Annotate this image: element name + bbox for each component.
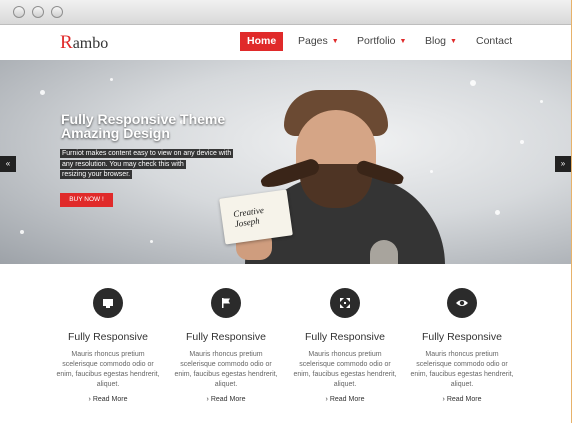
expand-icon bbox=[330, 288, 360, 318]
close-window-button[interactable] bbox=[13, 6, 25, 18]
read-more-link[interactable]: › Read More bbox=[290, 396, 400, 403]
slider-next-button[interactable]: » bbox=[555, 156, 571, 172]
nav-contact[interactable]: Contact bbox=[476, 32, 512, 51]
feature-card: Fully Responsive Mauris rhoncus pretium … bbox=[407, 288, 517, 403]
flag-icon bbox=[211, 288, 241, 318]
hero-title-line-1: Fully Responsive Theme bbox=[61, 111, 226, 127]
caret-down-icon: ▼ bbox=[450, 38, 457, 45]
hero-business-card: Creative Joseph bbox=[219, 189, 293, 245]
main-nav: Home Pages ▼ Portfolio ▼ Blog ▼ Contact bbox=[0, 32, 571, 52]
nav-blog-label: Blog bbox=[425, 35, 447, 47]
zoom-window-button[interactable] bbox=[51, 6, 63, 18]
chevron-right-icon: › bbox=[442, 396, 445, 403]
nav-portfolio-label: Portfolio bbox=[357, 35, 396, 47]
slider-prev-button[interactable]: « bbox=[0, 156, 16, 172]
read-more-label: Read More bbox=[446, 396, 482, 403]
nav-home[interactable]: Home bbox=[240, 32, 284, 51]
nav-pages[interactable]: Pages ▼ bbox=[298, 32, 339, 51]
chevron-right-icon: › bbox=[88, 396, 91, 403]
chevron-right-icon: » bbox=[560, 159, 566, 168]
chevron-left-icon: « bbox=[5, 159, 11, 168]
hero-slider: Creative Joseph Fully Responsive Theme Am… bbox=[0, 60, 571, 264]
feature-text: Mauris rhoncus pretium scelerisque commo… bbox=[410, 351, 514, 388]
minimize-window-button[interactable] bbox=[32, 6, 44, 18]
read-more-link[interactable]: › Read More bbox=[171, 396, 281, 403]
feature-text: Mauris rhoncus pretium scelerisque commo… bbox=[293, 351, 397, 388]
feature-title: Fully Responsive bbox=[305, 331, 385, 343]
features-section: Fully Responsive Mauris rhoncus pretium … bbox=[0, 264, 571, 423]
chevron-right-icon: › bbox=[206, 396, 209, 403]
read-more-label: Read More bbox=[329, 396, 365, 403]
card-line-2: Joseph bbox=[234, 215, 261, 229]
feature-text: Mauris rhoncus pretium scelerisque commo… bbox=[174, 351, 278, 388]
read-more-label: Read More bbox=[210, 396, 246, 403]
eye-icon bbox=[447, 288, 477, 318]
caret-down-icon: ▼ bbox=[399, 38, 407, 45]
nav-blog[interactable]: Blog ▼ bbox=[425, 32, 457, 51]
chevron-right-icon: › bbox=[325, 396, 328, 403]
feature-title: Fully Responsive bbox=[422, 331, 502, 343]
browser-window: Rambo Home Pages ▼ Portfolio ▼ Blog ▼ Conta… bbox=[0, 0, 572, 423]
buy-now-button[interactable]: BUY NOW ! bbox=[60, 193, 113, 207]
read-more-link[interactable]: › Read More bbox=[407, 396, 517, 403]
hero-description: Furniot makes content easy to view on an… bbox=[60, 149, 256, 181]
feature-text: Mauris rhoncus pretium scelerisque commo… bbox=[56, 351, 160, 388]
hero-squirrel bbox=[370, 240, 398, 264]
caret-down-icon: ▼ bbox=[331, 38, 339, 45]
hero-desc-line-1: Furniot makes content easy to view on an… bbox=[60, 149, 234, 158]
read-more-link[interactable]: › Read More bbox=[53, 396, 163, 403]
hero-desc-line-2: any resolution. You may check this with bbox=[60, 159, 186, 169]
read-more-label: Read More bbox=[92, 396, 128, 403]
hero-title-line-2: Amazing Design bbox=[61, 125, 170, 141]
feature-card: Fully Responsive Mauris rhoncus pretium … bbox=[53, 288, 163, 403]
nav-portfolio[interactable]: Portfolio ▼ bbox=[357, 32, 406, 51]
feature-card: Fully Responsive Mauris rhoncus pretium … bbox=[171, 288, 281, 403]
window-titlebar bbox=[0, 0, 571, 25]
site-header: Rambo Home Pages ▼ Portfolio ▼ Blog ▼ Conta… bbox=[0, 25, 571, 60]
hero-title: Fully Responsive Theme Amazing Design bbox=[61, 112, 261, 140]
feature-title: Fully Responsive bbox=[186, 331, 266, 343]
monitor-icon bbox=[93, 288, 123, 318]
feature-card: Fully Responsive Mauris rhoncus pretium … bbox=[290, 288, 400, 403]
hero-desc-line-3: resizing your browser. bbox=[60, 170, 133, 179]
feature-title: Fully Responsive bbox=[68, 331, 148, 343]
nav-pages-label: Pages bbox=[298, 35, 328, 47]
